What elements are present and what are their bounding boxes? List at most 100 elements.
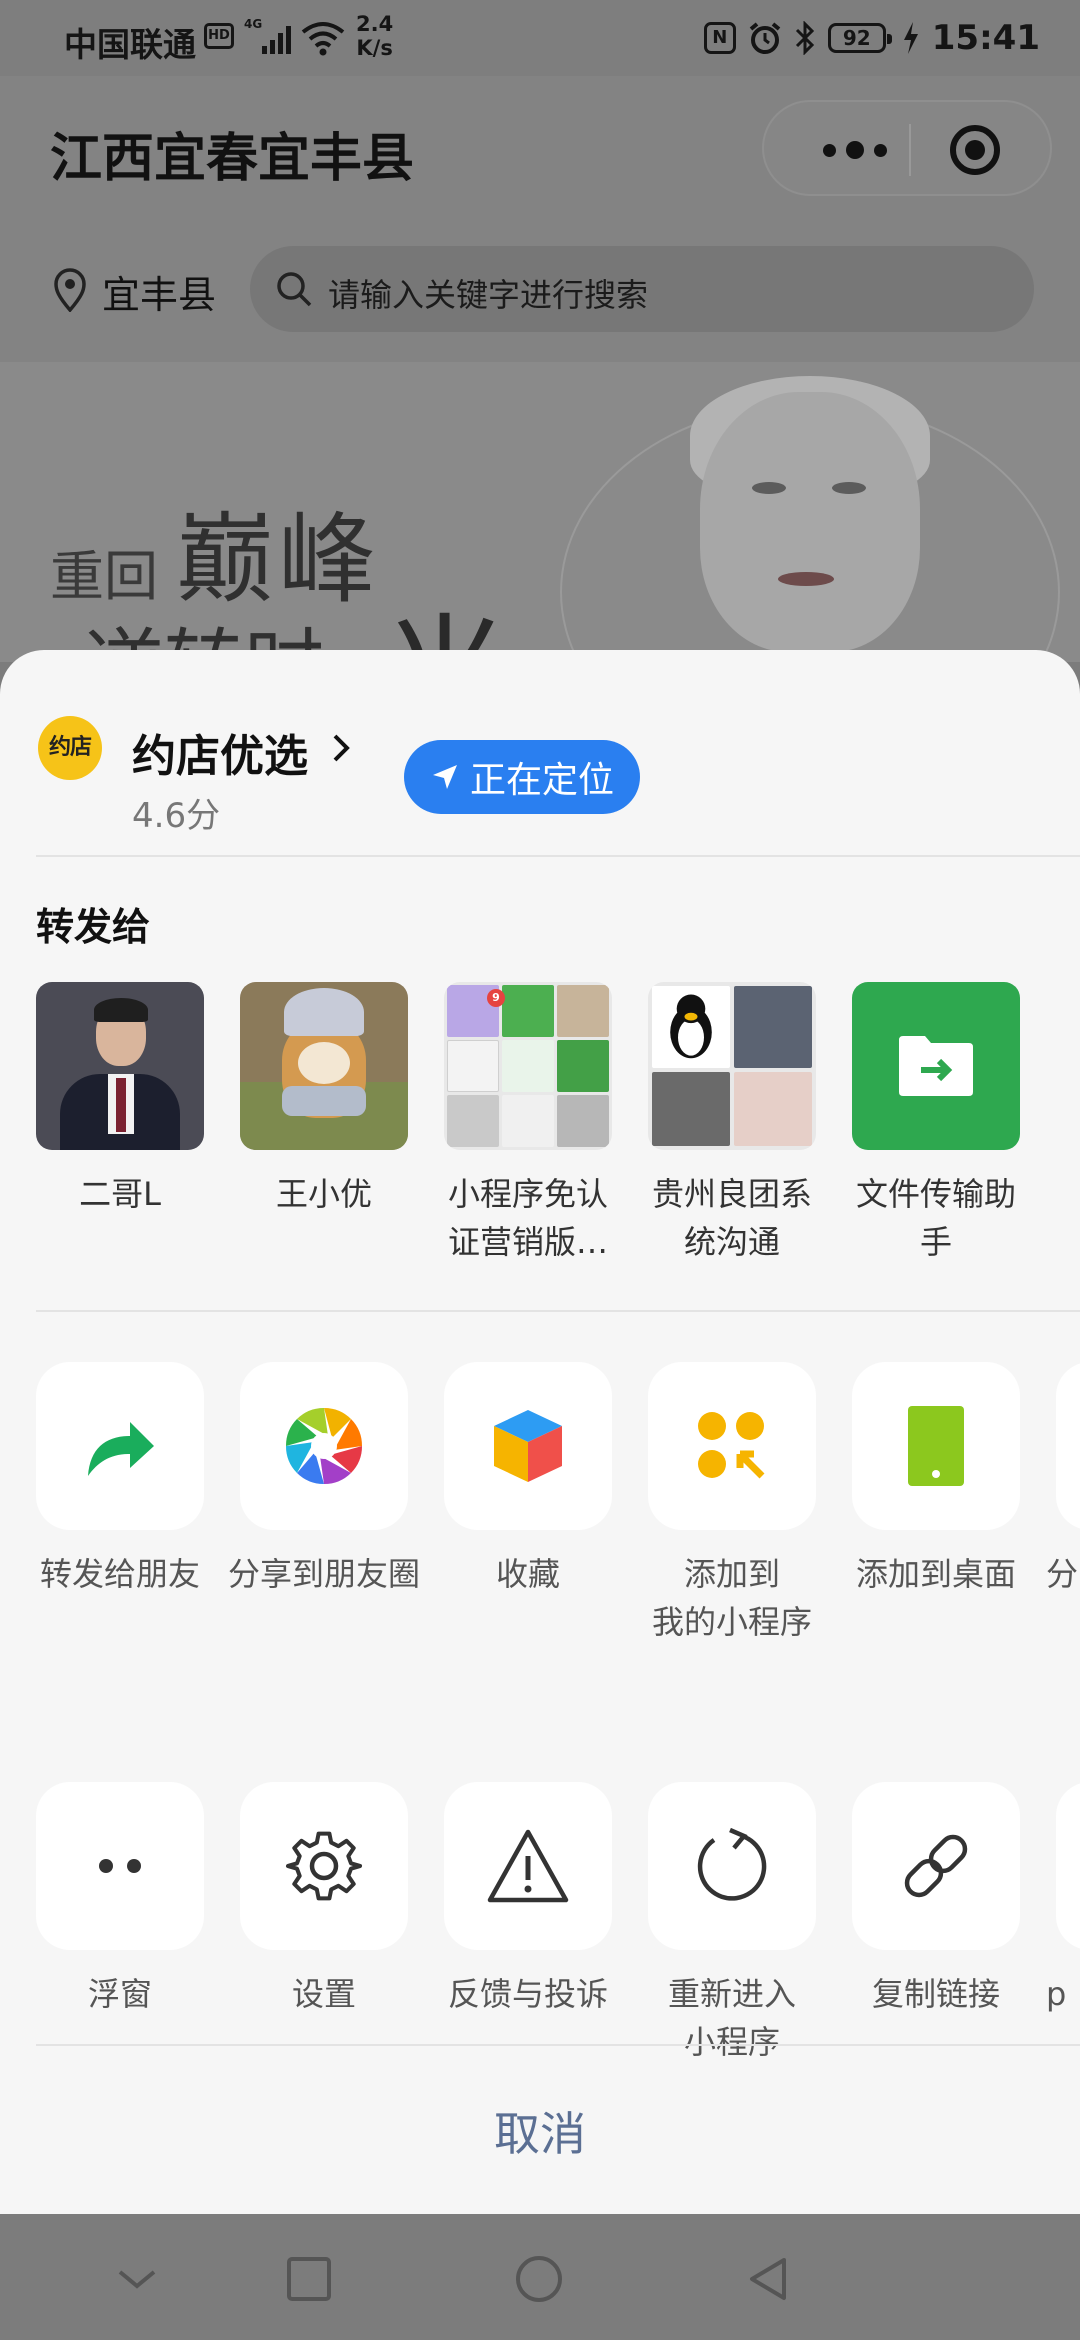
forward-section-title: 转发给 [36, 905, 151, 949]
locating-button[interactable]: 正在定位 [404, 740, 640, 814]
contact-name: 贵州良团系统沟通 [651, 1175, 812, 1261]
search-icon [277, 272, 312, 307]
more-share-button[interactable]: 分 [1046, 1362, 1080, 1646]
contact-item[interactable]: 9 小程序免认证营销版… [444, 982, 612, 1266]
share-forward-icon [88, 1422, 154, 1476]
app-rating: 4.6分 [132, 796, 221, 836]
divider [36, 855, 1080, 857]
action-label: 浮窗 [87, 1975, 152, 2013]
feedback-complaint-button[interactable]: 反馈与投诉 [444, 1782, 612, 2066]
banner-text: 巅峰 [176, 503, 381, 617]
signal-icon: 4G [244, 17, 291, 54]
action-label: p [1046, 1975, 1067, 2013]
action-tile [36, 1782, 204, 1950]
reload-icon [697, 1827, 767, 1901]
charging-icon [903, 22, 918, 54]
contact-name: 王小优 [275, 1175, 372, 1213]
avatar [36, 982, 204, 1150]
bluetooth-icon [795, 21, 814, 55]
alarm-icon [749, 22, 781, 54]
chevron-right-icon[interactable] [330, 732, 352, 764]
cancel-button[interactable]: 取消 [0, 2098, 1080, 2164]
action-tile [240, 1362, 408, 1530]
banner-text: 重回 [50, 545, 158, 608]
action-label: 反馈与投诉 [447, 1975, 608, 2013]
location-pin-icon [54, 268, 86, 312]
favorite-button[interactable]: 收藏 [444, 1362, 612, 1646]
chevron-down-icon[interactable] [112, 2254, 162, 2304]
copy-link-button[interactable]: 复制链接 [852, 1782, 1020, 2066]
more-icon[interactable] [800, 126, 910, 174]
action-label: 复制链接 [871, 1975, 1000, 2013]
more-tool-button[interactable]: p [1046, 1782, 1080, 2066]
share-actions-row: 转发给朋友 分享到朋友圈 收藏 添加到 我的小程序 添加到桌面 分 [36, 1362, 1080, 1646]
close-miniprogram-icon[interactable] [950, 125, 1000, 175]
clock: 15:41 [931, 18, 1040, 58]
speed-value: 2.4 [356, 12, 394, 36]
navigation-arrow-icon [432, 765, 457, 789]
action-tile [1056, 1782, 1080, 1950]
add-to-my-miniprogram-button[interactable]: 添加到 我的小程序 [648, 1362, 816, 1646]
banner-text: 光 [380, 572, 510, 662]
tool-actions-row: 浮窗 设置 反馈与投诉 重新进入 小程序 复制链接 p [36, 1782, 1080, 2066]
home-icon[interactable] [514, 2254, 564, 2304]
divider [36, 2044, 1080, 2046]
share-to-moments-button[interactable]: 分享到朋友圈 [228, 1362, 420, 1646]
search-input[interactable]: 请输入关键字进行搜索 [250, 246, 1034, 332]
action-label: 设置 [291, 1975, 356, 2013]
warning-icon [487, 1829, 569, 1903]
speed-unit: K/s [356, 36, 393, 60]
settings-button[interactable]: 设置 [240, 1782, 408, 2066]
svg-text:4G: 4G [244, 17, 262, 31]
gear-icon [285, 1831, 363, 1901]
float-window-icon [99, 1859, 141, 1873]
action-tile [852, 1782, 1020, 1950]
file-transfer-icon [899, 1036, 973, 1096]
recent-contacts: 二哥L 王小优 9 小程序免认证营销版… 贵州良团系统沟通 文件传输助手 [36, 982, 1020, 1266]
contact-item[interactable]: 二哥L [36, 982, 204, 1266]
contact-name: 二哥L [79, 1175, 161, 1213]
share-sheet: 约店 约店优选 4.6分 正在定位 转发给 二哥L 王小优 9 小程序免认证营销… [0, 650, 1080, 2214]
capsule-divider [909, 124, 911, 176]
action-label: 分享到朋友圈 [227, 1555, 420, 1593]
contact-item[interactable]: 王小优 [240, 982, 408, 1266]
action-label: 重新进入 小程序 [667, 1975, 796, 2061]
page-title: 江西宜春宜丰县 [50, 129, 415, 189]
locating-label: 正在定位 [469, 760, 614, 801]
back-icon[interactable] [744, 2254, 794, 2304]
action-tile [36, 1362, 204, 1530]
location-city[interactable]: 宜丰县 [102, 264, 216, 319]
float-window-button[interactable]: 浮窗 [36, 1782, 204, 2066]
contact-item[interactable]: 文件传输助手 [852, 982, 1020, 1266]
action-label: 分 [1046, 1555, 1079, 1593]
banner-model-eye [752, 482, 786, 494]
favorite-cube-icon [494, 1410, 562, 1482]
divider [36, 1310, 1080, 1312]
avatar [240, 982, 408, 1150]
group-avatar [648, 982, 816, 1150]
recent-apps-icon[interactable] [284, 2254, 334, 2304]
contact-name: 小程序免认证营销版… [447, 1175, 608, 1261]
group-avatar: 9 [444, 982, 612, 1150]
app-name[interactable]: 约店优选 [132, 720, 308, 784]
reenter-miniprogram-button[interactable]: 重新进入 小程序 [648, 1782, 816, 2066]
forward-to-friend-button[interactable]: 转发给朋友 [36, 1362, 204, 1646]
battery-icon: 92 [827, 23, 892, 53]
nfc-icon: N [703, 22, 736, 54]
system-nav-bar [0, 2214, 1080, 2340]
penguin-icon [670, 994, 712, 1059]
contact-name: 文件传输助手 [855, 1175, 1016, 1261]
action-label: 转发给朋友 [39, 1555, 200, 1593]
app-logo[interactable]: 约店 [38, 716, 102, 780]
search-placeholder: 请输入关键字进行搜索 [328, 276, 649, 314]
action-label: 添加到 我的小程序 [651, 1555, 812, 1641]
add-to-desktop-button[interactable]: 添加到桌面 [852, 1362, 1020, 1646]
avatar [852, 982, 1020, 1150]
contact-item[interactable]: 贵州良团系统沟通 [648, 982, 816, 1266]
action-label: 收藏 [495, 1555, 560, 1593]
action-tile [648, 1782, 816, 1950]
page-header: 江西宜春宜丰县 宜丰县 请输入关键字进行搜索 [0, 76, 1080, 362]
promo-banner[interactable]: 重回 巅峰 逆转时 光 [0, 362, 1080, 662]
add-miniprogram-icon [698, 1412, 765, 1479]
banner-model-mouth [778, 572, 834, 586]
